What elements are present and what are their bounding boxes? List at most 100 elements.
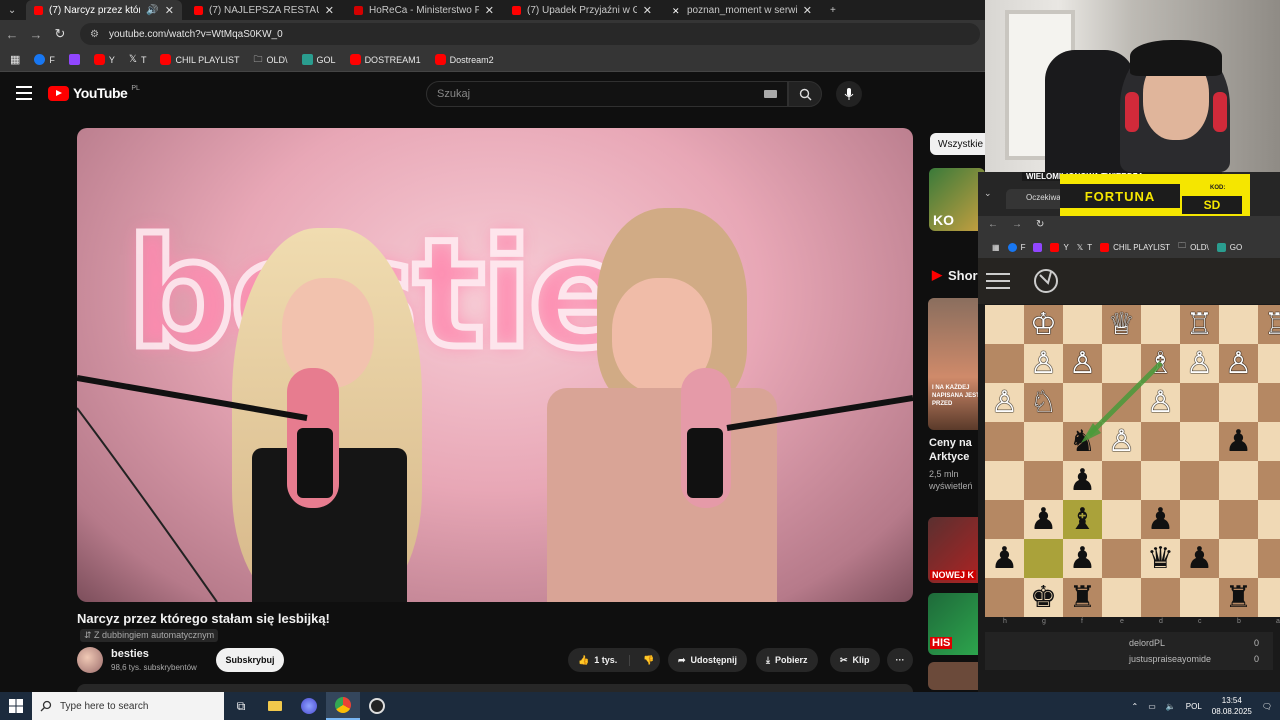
close-icon[interactable]: ✕ — [803, 4, 812, 17]
tab-search-button[interactable]: ⌄ — [0, 0, 24, 20]
tab-3[interactable]: (7) Upadek Przyjaźni w Gen-Z -... ✕ — [504, 0, 660, 20]
bookmark-chill-playlist[interactable]: CHIL PLAYLIST — [160, 54, 240, 65]
file-label: h — [1003, 618, 1007, 625]
close-icon[interactable]: ✕ — [485, 4, 494, 17]
bookmark-chill-playlist[interactable]: CHIL PLAYLIST — [1100, 242, 1170, 252]
headphones-right — [1213, 92, 1227, 132]
lichess-logo-icon[interactable] — [1032, 266, 1060, 294]
apps-grid-icon[interactable]: ▦ — [10, 53, 20, 66]
obs-button[interactable] — [360, 692, 394, 720]
voice-search-button[interactable] — [836, 81, 862, 107]
ministry-icon — [354, 5, 363, 15]
recommended-thumbnail[interactable] — [928, 662, 985, 690]
new-tab-button[interactable]: + — [822, 0, 844, 20]
filter-chip-all[interactable]: Wszystkie — [930, 133, 991, 155]
back-icon[interactable]: ← — [988, 219, 998, 230]
url-field[interactable]: ⚙ youtube.com/watch?v=WtMqaS0KW_0 — [80, 23, 980, 45]
notifications-icon[interactable]: 🗨 — [1262, 702, 1272, 711]
taskbar-search-input[interactable]: Type here to search — [32, 692, 224, 720]
close-icon[interactable]: ✕ — [165, 4, 174, 17]
volume-icon[interactable]: 🔈 — [1166, 702, 1176, 711]
tab-0[interactable]: (7) Narcyz przez którego st... 🔊 ✕ — [26, 0, 182, 20]
site-info-icon[interactable]: ⚙ — [90, 29, 99, 40]
like-button[interactable]: 👍 1 tys. — [568, 654, 630, 666]
discord-like-app-button[interactable] — [292, 692, 326, 720]
short-thumbnail[interactable]: I NA KAŻDEJ NAPISANA JEST PRZED — [928, 298, 985, 430]
tab-2[interactable]: HoReCa - Ministerstwo Fundusz... ✕ — [346, 0, 502, 20]
close-icon[interactable]: ✕ — [325, 4, 334, 17]
reload-icon[interactable]: ↻ — [48, 26, 72, 42]
player-name[interactable]: delordPL — [1129, 638, 1165, 648]
download-icon: ⤓ — [766, 654, 770, 665]
bookmark-youtube[interactable]: Y — [93, 54, 115, 65]
bookmark-folder-old[interactable]: 🗀 OLD\ — [1178, 240, 1209, 254]
recommended-thumbnail[interactable]: KO — [929, 168, 985, 231]
promo-code-label: KOD: — [1210, 185, 1226, 191]
youtube-logo[interactable]: YouTube PL — [48, 85, 140, 101]
thumbnail-text: KO — [933, 212, 954, 228]
tab-4[interactable]: ✕ poznan_moment w serwisie X:... ✕ — [664, 0, 820, 20]
chrome-button[interactable] — [326, 692, 360, 720]
apps-grid-icon[interactable]: ▦ — [992, 243, 1000, 252]
file-explorer-button[interactable] — [258, 692, 292, 720]
bookmark-gol[interactable]: GOL — [301, 54, 336, 65]
dislike-button[interactable]: 👎 — [635, 655, 654, 666]
like-count: 1 tys. — [594, 655, 618, 665]
tab-search-icon[interactable]: ⌄ — [984, 188, 992, 199]
clock[interactable]: 13:54 08.08.2025 — [1212, 695, 1252, 717]
dubbing-badge[interactable]: ⇵ Z dubbingiem automatycznym — [80, 629, 219, 642]
share-icon: ➦ — [678, 654, 686, 665]
streamer-cap — [1130, 40, 1222, 76]
bookmark-label: Y — [1063, 242, 1069, 252]
more-actions-button[interactable]: ··· — [887, 648, 913, 672]
speaker-icon[interactable]: 🔊 — [146, 5, 158, 16]
bookmark-youtube[interactable]: Y — [1050, 242, 1069, 252]
channel-name[interactable]: besties — [111, 648, 149, 660]
video-player[interactable]: besties — [77, 128, 913, 602]
close-icon[interactable]: ✕ — [643, 4, 652, 17]
player-name[interactable]: justuspraiseayomide — [1129, 654, 1211, 664]
youtube-play-icon — [48, 85, 69, 101]
channel-avatar[interactable] — [77, 647, 103, 673]
search-button[interactable] — [788, 81, 822, 107]
recommended-thumbnail[interactable]: NOWEJ K — [928, 517, 985, 583]
bookmark-facebook[interactable]: F — [34, 54, 55, 65]
bookmark-twitch[interactable] — [1033, 242, 1043, 252]
taskbar-search-placeholder: Type here to search — [60, 700, 149, 712]
clock-date: 08.08.2025 — [1211, 707, 1252, 716]
bookmark-x[interactable]: 𝕏T — [1077, 243, 1092, 252]
language-indicator[interactable]: POL — [1186, 702, 1202, 711]
share-button[interactable]: ➦ Udostępnij — [668, 648, 748, 672]
task-view-button[interactable]: ⧉ — [224, 692, 258, 720]
menu-icon[interactable] — [16, 86, 32, 104]
clip-button[interactable]: ✂ Klip — [830, 648, 880, 672]
bookmark-x[interactable]: 𝕏T — [129, 54, 147, 65]
reload-icon[interactable]: ↻ — [1036, 219, 1044, 230]
tab-1[interactable]: (7) NAJLEPSZA RESTAURACJA w... ✕ — [186, 0, 342, 20]
bookmark-gol[interactable]: GO — [1216, 242, 1242, 252]
bookmark-dostream1[interactable]: DOSTREAM1 — [349, 54, 421, 65]
tab-title: (7) Upadek Przyjaźni w Gen-Z -... — [527, 4, 637, 16]
bookmark-twitch[interactable] — [68, 54, 80, 65]
forward-icon[interactable]: → — [1012, 219, 1022, 230]
back-icon[interactable]: ← — [0, 27, 24, 42]
recommended-thumbnail[interactable]: HIS — [928, 593, 985, 655]
youtube-icon — [349, 54, 361, 65]
bookmark-label: OLD\ — [1190, 242, 1209, 252]
menu-icon[interactable] — [986, 273, 1010, 289]
bookmark-facebook[interactable]: F — [1007, 242, 1025, 252]
player-list: delordPL 0 justuspraiseayomide 0 — [985, 632, 1273, 670]
forward-icon[interactable]: → — [24, 27, 48, 42]
subscribe-button[interactable]: Subskrybuj — [216, 648, 284, 672]
start-button[interactable] — [0, 692, 32, 720]
short-title[interactable]: Ceny na Arktyce — [929, 436, 984, 464]
download-button[interactable]: ⤓ Pobierz — [756, 648, 818, 672]
bookmark-folder-old[interactable]: 🗀 OLD\ — [254, 52, 288, 68]
tray-chevron-icon[interactable]: ⌃ — [1132, 702, 1139, 711]
network-icon[interactable]: ▭ — [1148, 702, 1156, 711]
taskbar: Type here to search ⧉ ⌃ ▭ 🔈 POL 13:54 08… — [0, 692, 1280, 720]
bookmark-dostream2[interactable]: Dostream2 — [434, 54, 494, 65]
description-box[interactable] — [77, 684, 913, 692]
search-input[interactable]: Szukaj — [426, 81, 788, 107]
keyboard-icon[interactable] — [764, 90, 777, 98]
